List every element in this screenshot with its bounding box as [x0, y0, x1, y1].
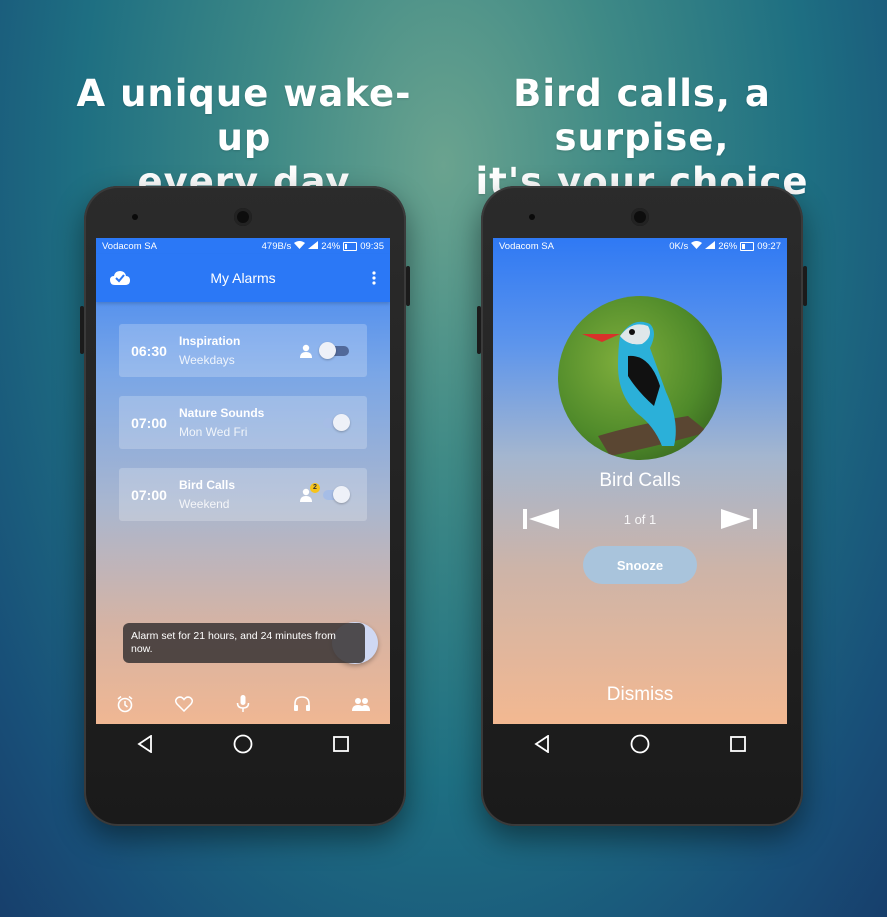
bottom-navigation	[96, 684, 390, 724]
network-speed: 479B/s	[261, 240, 292, 252]
app-bar: My Alarms	[96, 254, 390, 302]
song-title: Bird Calls	[599, 470, 681, 491]
wifi-icon	[294, 240, 306, 252]
alarm-toggle[interactable]	[321, 485, 350, 503]
status-bar: Vodacom SA 0K/s 26% 09:27	[493, 238, 787, 254]
alarm-toggle[interactable]	[319, 341, 349, 359]
page-title: My Alarms	[210, 270, 276, 286]
earpiece-speaker	[631, 208, 649, 226]
clock-time: 09:27	[757, 240, 781, 252]
headline-right: Bird calls, a surpise, it's your choice	[462, 72, 822, 204]
carrier-label: Vodacom SA	[499, 240, 554, 252]
heart-icon[interactable]	[173, 693, 195, 715]
alarm-name: Inspiration	[179, 334, 241, 348]
alarm-card[interactable]: 07:00 Bird Calls Weekend 2	[119, 468, 367, 521]
next-track-icon[interactable]	[719, 508, 757, 530]
battery-icon	[740, 241, 755, 251]
person-icon	[299, 344, 315, 358]
alarm-toggle[interactable]	[321, 413, 350, 431]
signal-icon	[308, 240, 319, 252]
home-icon[interactable]	[233, 734, 253, 754]
system-navigation-bar	[96, 724, 390, 764]
power-button	[406, 266, 410, 306]
recents-icon[interactable]	[331, 734, 351, 754]
clock-time: 09:35	[360, 240, 384, 252]
front-sensor	[529, 214, 535, 220]
alarm-time: 07:00	[131, 414, 167, 431]
front-sensor	[132, 214, 138, 220]
snooze-button[interactable]: Snooze	[583, 546, 697, 584]
participant-count-badge: 2	[310, 482, 320, 493]
alarm-days: Weekend	[179, 497, 230, 511]
signal-icon	[705, 240, 716, 252]
back-icon[interactable]	[532, 734, 552, 754]
alarm-days: Weekdays	[179, 353, 235, 367]
person-icon: 2	[299, 482, 320, 502]
battery-percent: 24%	[321, 240, 341, 252]
phone-left: Vodacom SA 479B/s 24% 09:35 My Alarms 06…	[80, 186, 410, 826]
status-bar: Vodacom SA 479B/s 24% 09:35	[96, 238, 390, 254]
power-button	[803, 266, 807, 306]
dismiss-button[interactable]: Dismiss	[493, 684, 787, 706]
alarms-screen: Vodacom SA 479B/s 24% 09:35 My Alarms 06…	[96, 238, 390, 724]
battery-percent: 26%	[718, 240, 738, 252]
alarm-name: Nature Sounds	[179, 406, 265, 420]
headline-right-line1: Bird calls, a surpise,	[513, 72, 771, 159]
headphones-icon[interactable]	[291, 693, 313, 715]
system-navigation-bar	[493, 724, 787, 764]
wifi-icon	[691, 240, 703, 252]
network-speed: 0K/s	[669, 240, 689, 252]
volume-button	[477, 306, 481, 354]
earpiece-speaker	[234, 208, 252, 226]
carrier-label: Vodacom SA	[102, 240, 157, 252]
headline-left: A unique wake-up every day	[64, 72, 424, 204]
back-icon[interactable]	[135, 734, 155, 754]
headline-left-line1: A unique wake-up	[76, 72, 412, 159]
alarm-days: Mon Wed Fri	[179, 425, 248, 439]
more-menu-icon[interactable]	[372, 270, 376, 289]
alarm-name: Bird Calls	[179, 478, 236, 492]
microphone-icon[interactable]	[232, 693, 254, 715]
phone-right: Vodacom SA 0K/s 26% 09:27 Bird Calls 1 o…	[477, 186, 807, 826]
toast-message: Alarm set for 21 hours, and 24 minutes f…	[123, 623, 365, 663]
alarm-ringing-screen: Vodacom SA 0K/s 26% 09:27 Bird Calls 1 o…	[493, 238, 787, 724]
alarm-clock-icon[interactable]	[114, 693, 136, 715]
alarm-time: 07:00	[131, 486, 167, 503]
bird-image	[558, 296, 722, 460]
volume-button	[80, 306, 84, 354]
home-icon[interactable]	[630, 734, 650, 754]
alarm-card[interactable]: 07:00 Nature Sounds Mon Wed Fri	[119, 396, 367, 449]
recents-icon[interactable]	[728, 734, 748, 754]
alarm-time: 06:30	[131, 342, 167, 359]
battery-icon	[343, 241, 358, 251]
group-icon[interactable]	[350, 693, 372, 715]
alarm-card[interactable]: 06:30 Inspiration Weekdays	[119, 324, 367, 377]
